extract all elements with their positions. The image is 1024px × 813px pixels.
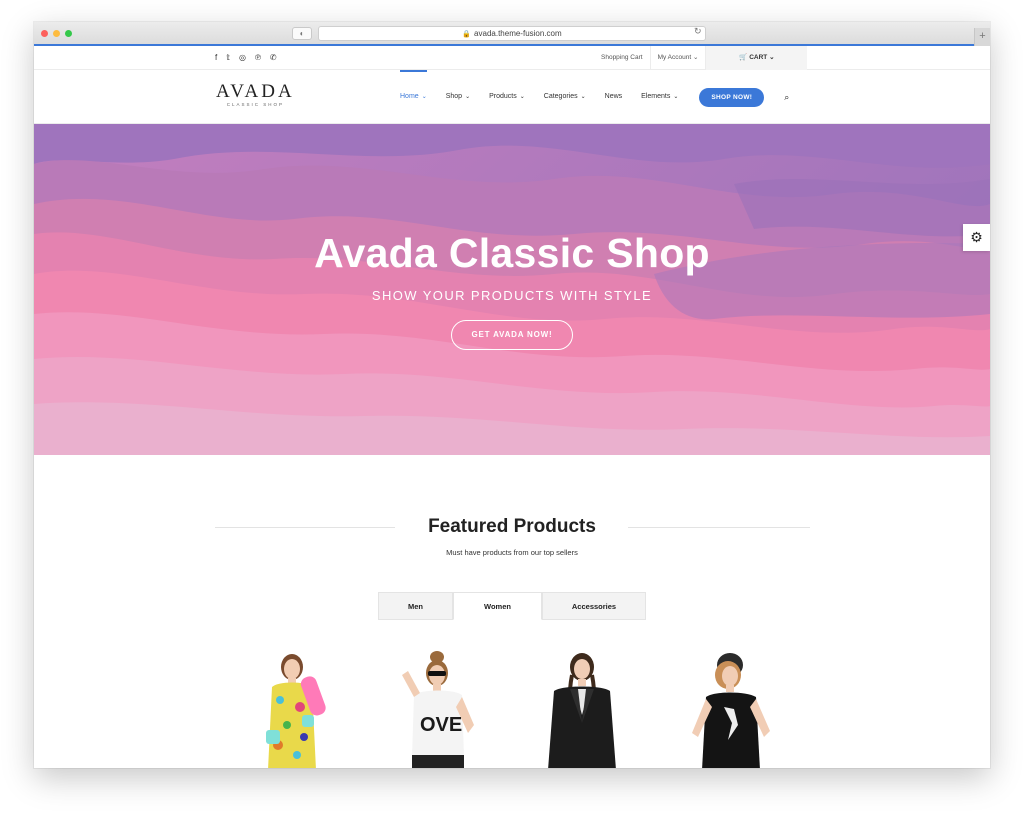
instagram-icon[interactable]: ◎ [239,54,246,62]
browser-window: ◐ 🔒 avada.theme-fusion.com ↻ + f 𝕥 ◎ ℗ ✆ … [34,22,990,768]
nav-label: Home [400,93,419,100]
new-tab-button[interactable]: + [974,28,990,46]
browser-toolbar: ◐ 🔒 avada.theme-fusion.com ↻ + [34,22,990,46]
nav-label: Categories [543,93,578,100]
product-image[interactable] [682,645,782,768]
pinterest-icon[interactable]: ℗ [255,54,261,62]
whatsapp-icon[interactable]: ✆ [270,54,277,62]
site-logo[interactable]: AVADA CLASSIC SHOP [216,82,295,107]
product-tabs: Men Women Accessories [378,592,646,620]
nav-label: Elements [641,93,671,100]
shirt-print-text: OVE [420,714,462,736]
model-illustration [548,653,616,768]
maximize-window-button[interactable] [65,30,72,37]
reload-icon[interactable]: ↻ [694,26,702,37]
social-links: f 𝕥 ◎ ℗ ✆ [215,54,277,62]
chevron-down-icon: ⌄ [580,94,586,100]
chevron-down-icon: ⌄ [465,94,471,100]
model-illustration: OVE [402,651,474,768]
main-nav: Home ⌄ Shop ⌄ Products ⌄ Categories ⌄ News E… [400,70,789,124]
window-controls [41,30,72,37]
cart-dropdown[interactable]: 🛒 CART ⌄ [705,46,808,70]
nav-item-products[interactable]: Products ⌄ [489,70,525,124]
logo-main-text: AVADA [216,81,295,102]
lock-icon: 🔒 [462,31,472,38]
nav-item-shop[interactable]: Shop ⌄ [446,70,470,124]
featured-products-section: Featured Products Must have products fro… [34,455,990,768]
hero-subtitle: SHOW YOUR PRODUCTS WITH STYLE [371,288,653,303]
chevron-down-icon: ⌄ [421,94,427,100]
nav-item-home[interactable]: Home ⌄ [400,70,427,124]
close-window-button[interactable] [41,30,48,37]
section-subtitle: Must have products from our top sellers [446,548,578,557]
nav-label: Products [489,93,517,100]
url-text: avada.theme-fusion.com [474,29,562,38]
get-avada-button[interactable]: GET AVADA NOW! [451,320,573,350]
product-image[interactable] [242,645,342,768]
section-title: Featured Products [428,516,596,537]
tab-men[interactable]: Men [378,592,453,620]
product-image[interactable] [532,645,632,768]
top-bar: f 𝕥 ◎ ℗ ✆ Shopping Cart My Account ⌄ 🛒 C… [34,46,990,70]
shopping-cart-link[interactable]: Shopping Cart [594,46,650,70]
twitter-icon[interactable]: 𝕥 [226,54,230,62]
logo-sub-text: CLASSIC SHOP [226,102,284,107]
search-icon[interactable]: ⌕ [784,92,789,103]
cart-label: CART [749,54,768,61]
hero-banner: Avada Classic Shop SHOW YOUR PRODUCTS WI… [34,124,990,455]
top-bar-links: Shopping Cart My Account ⌄ 🛒 CART ⌄ [594,46,808,70]
chevron-down-icon: ⌄ [673,94,679,100]
chevron-down-icon: ⌄ [519,94,525,100]
my-account-dropdown[interactable]: My Account ⌄ [649,46,706,70]
shop-now-button[interactable]: SHOP NOW! [699,87,765,107]
nav-item-categories[interactable]: Categories ⌄ [544,70,586,124]
model-illustration [266,654,326,768]
address-bar[interactable]: 🔒 avada.theme-fusion.com [318,26,706,41]
chevron-down-icon: ⌄ [692,54,699,61]
hero-title: Avada Classic Shop [314,230,710,276]
facebook-icon[interactable]: f [215,54,217,62]
chevron-down-icon: ⌄ [769,54,775,61]
privacy-shield-icon[interactable]: ◐ [292,27,312,40]
gear-icon[interactable]: ⚙ [963,224,990,251]
cart-icon: 🛒 [739,54,748,61]
nav-item-elements[interactable]: Elements ⌄ [641,70,678,124]
nav-label: Shop [445,93,463,100]
tab-women[interactable]: Women [453,592,542,620]
site-header: AVADA CLASSIC SHOP Home ⌄ Shop ⌄ Products ⌄… [34,70,990,124]
product-image[interactable]: OVE [392,645,492,768]
my-account-label: My Account [657,54,692,61]
model-illustration [692,653,770,768]
tab-accessories[interactable]: Accessories [542,592,646,620]
nav-item-news[interactable]: News [605,70,623,124]
nav-label: News [604,93,623,100]
minimize-window-button[interactable] [53,30,60,37]
